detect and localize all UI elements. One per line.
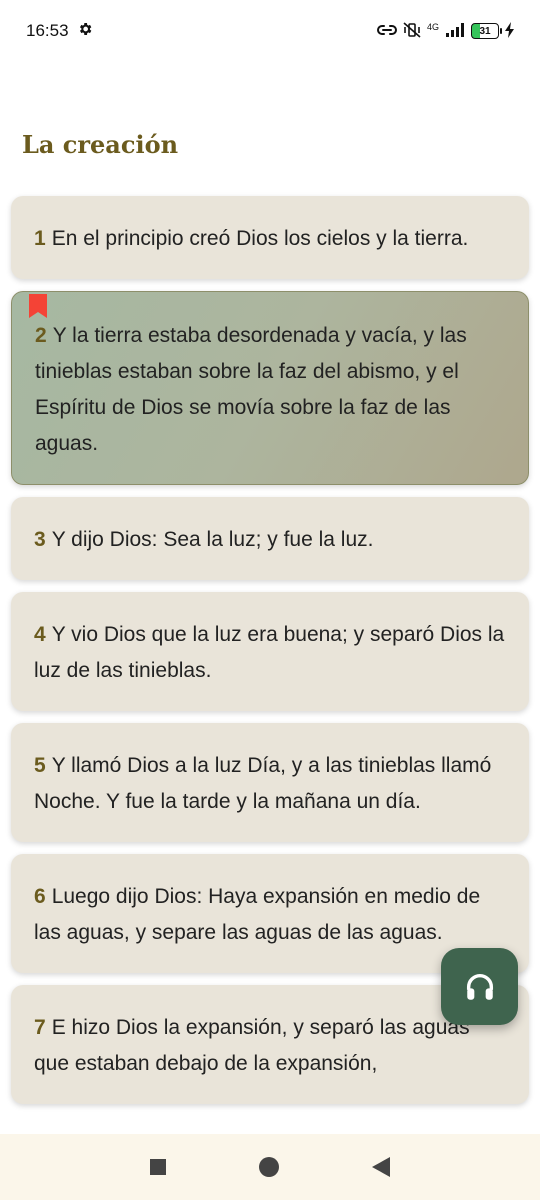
verse-number: 6	[34, 885, 46, 908]
network-type-label: 4G	[426, 22, 439, 32]
verse-card-2[interactable]: 2Y la tierra estaba desordenada y vacía,…	[11, 291, 529, 485]
status-right: 4G 31	[377, 21, 514, 41]
verse-number: 1	[34, 227, 46, 250]
battery-icon: 31	[471, 23, 502, 39]
verse-number: 7	[34, 1016, 46, 1039]
verse-card-3[interactable]: 3Y dijo Dios: Sea la luz; y fue la luz.	[11, 497, 529, 580]
verse-number: 2	[35, 324, 47, 347]
verse-card-4[interactable]: 4Y vio Dios que la luz era buena; y sepa…	[11, 592, 529, 711]
verse-text: Y vio Dios que la luz era buena; y separ…	[34, 623, 505, 682]
verse-number: 3	[34, 528, 46, 551]
signal-icon	[445, 22, 465, 41]
verse-text: En el principio creó Dios los cielos y l…	[51, 227, 469, 250]
verse-card-1[interactable]: 1 En el principio creó Dios los cielos y …	[11, 196, 529, 279]
system-nav-bar	[0, 1134, 540, 1200]
verse-number: 4	[34, 623, 46, 646]
verse-card-5[interactable]: 5Y llamó Dios a la luz Día, y a las tini…	[11, 723, 529, 842]
triangle-back-icon[interactable]	[370, 1156, 392, 1178]
headphones-icon	[466, 973, 493, 1000]
status-time: 16:53	[26, 21, 69, 40]
verse-number: 5	[34, 754, 46, 777]
square-icon[interactable]	[148, 1157, 168, 1177]
status-left: 16:53	[26, 21, 93, 42]
chapter-title: La creación	[22, 130, 179, 159]
verse-text: Y dijo Dios: Sea la luz; y fue la luz.	[51, 528, 374, 551]
verse-text: Y llamó Dios a la luz Día, y a las tinie…	[34, 754, 492, 813]
verse-text: Y la tierra estaba desordenada y vacía, …	[35, 324, 467, 455]
charging-icon	[505, 21, 514, 41]
verse-text: Luego dijo Dios: Haya expansión en medio…	[34, 885, 481, 944]
link-icon	[377, 22, 397, 41]
audio-play-button[interactable]	[441, 948, 518, 1025]
status-bar: 16:53 4G 31	[0, 0, 540, 62]
battery-level: 31	[479, 25, 491, 37]
verse-text: E hizo Dios la expansión, y separó las a…	[34, 1016, 470, 1075]
bookmark-icon[interactable]	[29, 294, 47, 318]
circle-icon[interactable]	[258, 1156, 280, 1178]
gear-icon	[77, 21, 93, 42]
vibrate-mute-icon	[403, 21, 421, 41]
